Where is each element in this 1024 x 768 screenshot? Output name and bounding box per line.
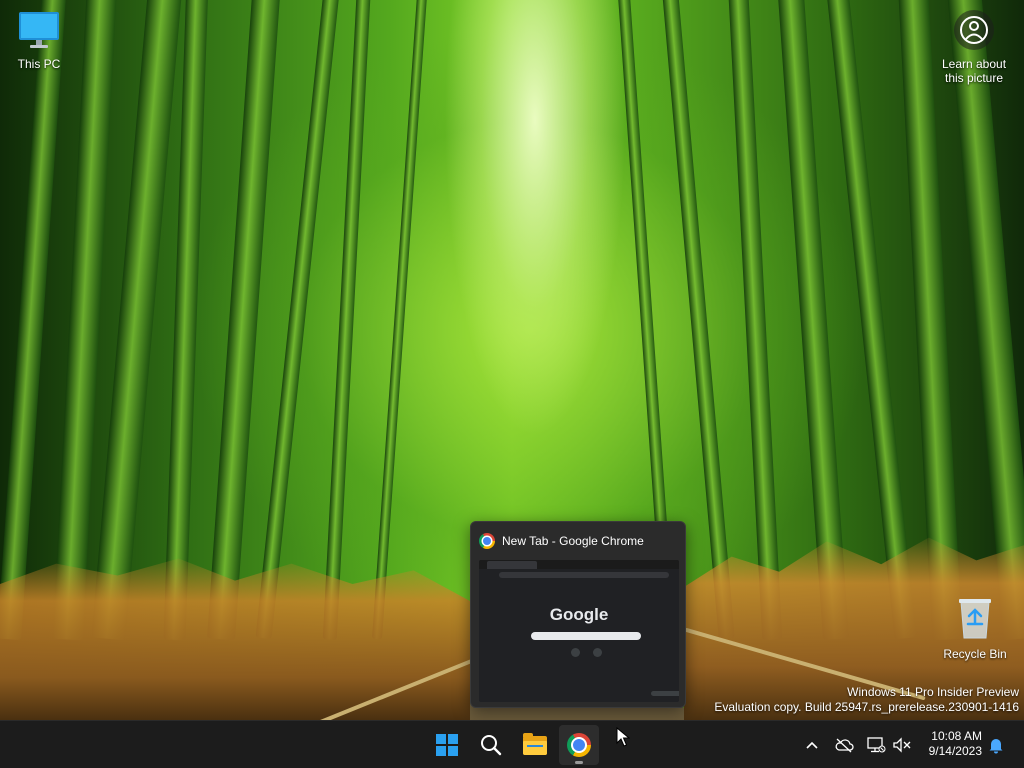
thumbnail-tab: [487, 561, 537, 569]
evaluation-watermark: Windows 11 Pro Insider Preview Evaluatio…: [714, 685, 1019, 715]
chevron-up-icon: [806, 741, 818, 749]
windows-logo-icon: [436, 734, 458, 756]
volume-tray-button[interactable]: [890, 731, 914, 759]
clock-time: 10:08 AM: [931, 729, 982, 743]
search-icon: [481, 735, 502, 756]
volume-muted-icon: [893, 737, 911, 753]
onedrive-tray-button[interactable]: [832, 731, 856, 759]
preview-thumbnail[interactable]: Google: [479, 560, 679, 702]
notification-center-button[interactable]: [984, 731, 1008, 759]
network-tray-button[interactable]: [864, 731, 888, 759]
desktop-icon-this-pc[interactable]: This PC: [2, 10, 76, 71]
thumbnail-customize-button: [651, 691, 679, 696]
start-button[interactable]: [427, 725, 467, 765]
thumbnail-omnibox: [499, 572, 669, 578]
search-button[interactable]: [471, 725, 511, 765]
preview-header: New Tab - Google Chrome: [471, 522, 685, 560]
file-explorer-button[interactable]: [515, 725, 555, 765]
recycle-bin-label: Recycle Bin: [943, 647, 1007, 661]
this-pc-label: This PC: [17, 57, 61, 71]
onedrive-cloud-icon: [835, 738, 854, 753]
thumbnail-shortcut: [571, 648, 580, 657]
desktop-icon-learn-about-picture[interactable]: Learn about this picture: [937, 10, 1011, 85]
thumbnail-search-box: [531, 632, 641, 640]
clock[interactable]: 10:08 AM 9/14/2023: [920, 729, 982, 759]
clock-date: 9/14/2023: [928, 744, 982, 758]
recycle-bin-icon: [959, 599, 991, 639]
chrome-icon: [479, 533, 495, 549]
camera-info-icon: [954, 10, 994, 50]
chrome-icon: [567, 733, 591, 757]
running-indicator: [575, 761, 583, 764]
desktop-icon-recycle-bin[interactable]: Recycle Bin: [938, 596, 1012, 661]
chrome-taskbar-button[interactable]: [559, 725, 599, 765]
bamboo-stalk: [322, 0, 372, 640]
show-hidden-icons-button[interactable]: [800, 731, 824, 759]
thumbnail-shortcut: [593, 648, 602, 657]
bamboo-stalk: [946, 0, 1024, 641]
watermark-line-2: Evaluation copy. Build 25947.rs_prerelea…: [714, 700, 1019, 714]
folder-icon: [523, 732, 547, 755]
monitor-icon: [19, 12, 59, 48]
notification-bell-icon: [989, 739, 1003, 754]
learn-about-label: Learn about this picture: [941, 57, 1007, 85]
network-icon: [867, 737, 886, 753]
thumbnail-google-logo: Google: [549, 605, 609, 624]
preview-title: New Tab - Google Chrome: [502, 534, 644, 548]
bamboo-stalk: [371, 0, 429, 640]
chrome-window-preview[interactable]: New Tab - Google Chrome Google: [470, 521, 686, 708]
mouse-cursor-icon: [616, 727, 630, 747]
bamboo-stalk: [727, 0, 783, 641]
taskbar: 10:08 AM 9/14/2023: [0, 720, 1024, 768]
watermark-line-1: Windows 11 Pro Insider Preview: [847, 685, 1019, 699]
